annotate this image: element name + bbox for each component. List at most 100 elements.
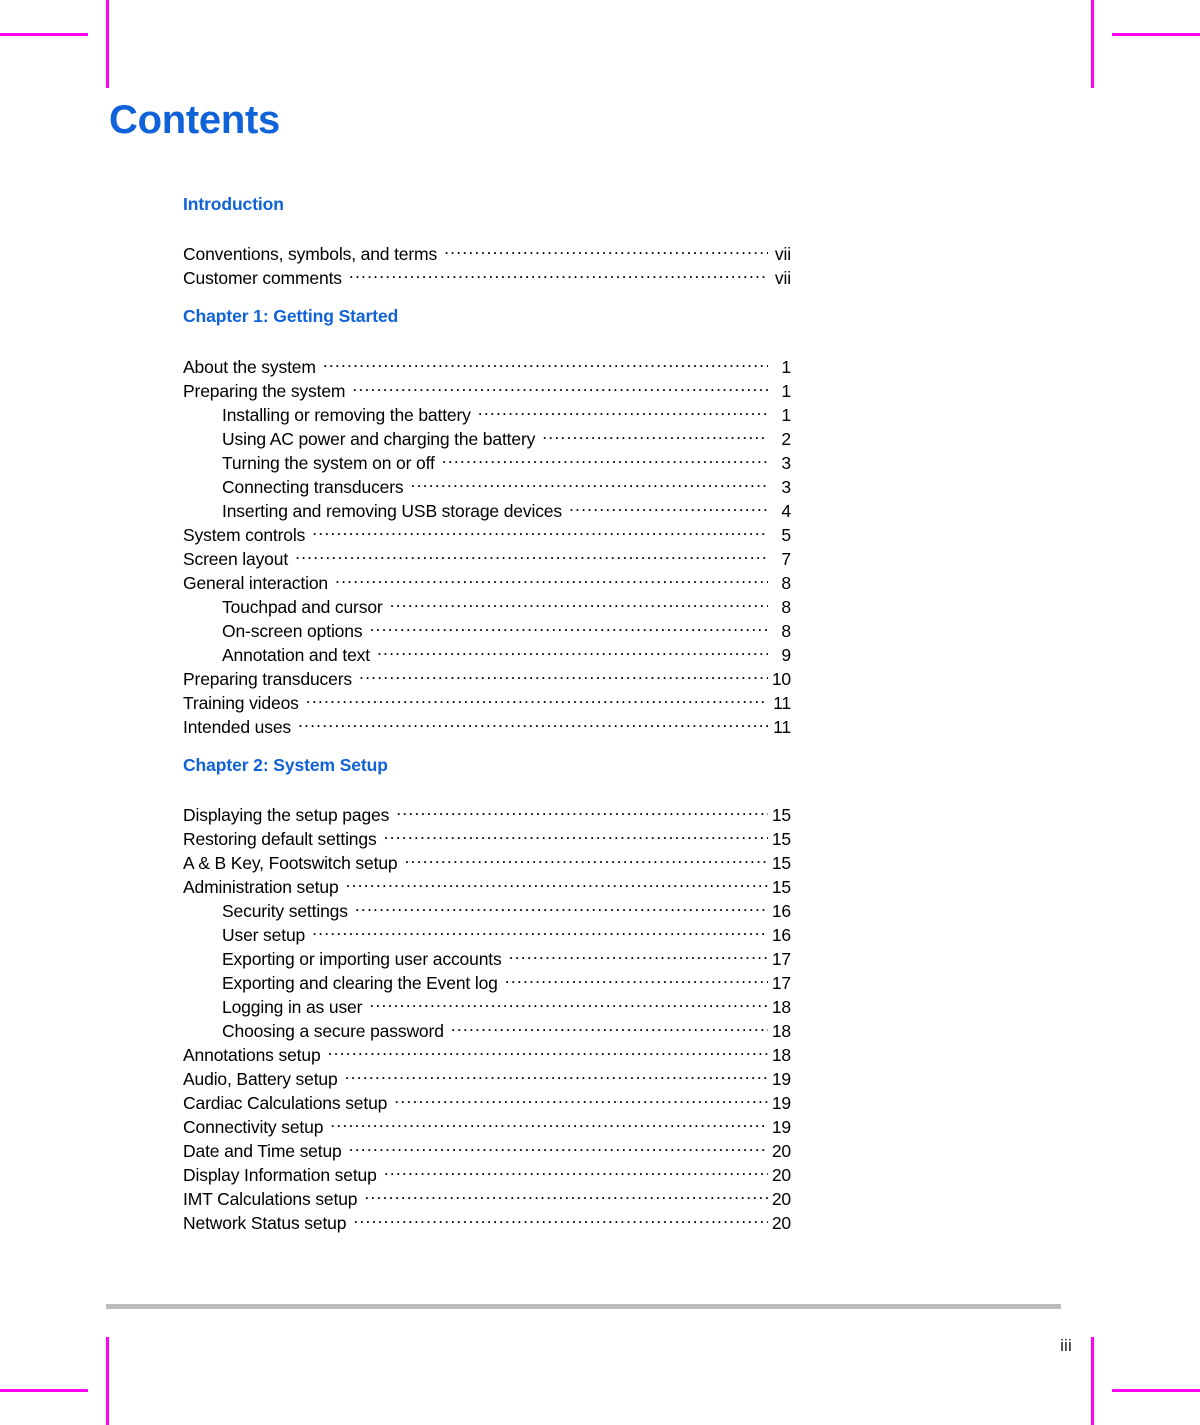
toc-entry-page-number: 18 xyxy=(771,1020,791,1041)
toc-section-heading[interactable]: Chapter 2: System Setup xyxy=(183,755,791,775)
toc-entry-page-number: 1 xyxy=(781,356,791,377)
toc-entry-title: Displaying the setup pages xyxy=(183,804,390,825)
toc-dot-leader xyxy=(442,445,768,469)
toc-entry[interactable]: Displaying the setup pages 15 xyxy=(183,797,791,825)
toc-entry-page-number: 19 xyxy=(771,1116,791,1137)
toc-entry-page-number: 20 xyxy=(771,1164,791,1185)
toc-entry-title: Customer comments xyxy=(183,268,342,289)
toc-dot-leader xyxy=(295,541,768,565)
toc-dot-leader xyxy=(353,1205,768,1229)
toc-entry-title: About the system xyxy=(183,356,316,377)
toc-dot-leader xyxy=(404,845,768,869)
toc-entry-page-number: 17 xyxy=(771,972,791,993)
toc-dot-leader xyxy=(330,1109,768,1133)
table-of-contents: Introduction Conventions, symbols, and te… xyxy=(183,194,791,1233)
toc-entry-page-number: 5 xyxy=(781,524,791,545)
toc-entry-page-number: 8 xyxy=(781,572,791,593)
toc-dot-leader xyxy=(306,685,768,709)
toc-dot-leader xyxy=(359,661,768,685)
toc-dot-leader xyxy=(509,941,768,965)
footer-rule xyxy=(106,1304,1061,1309)
toc-entry-page-number: 20 xyxy=(771,1212,791,1233)
toc-entry-page-number: 11 xyxy=(773,692,791,713)
toc-dot-leader xyxy=(394,1085,768,1109)
toc-entry-page-number: 17 xyxy=(771,948,791,969)
toc-entry-page-number: 4 xyxy=(781,500,791,521)
toc-entry-title: Network Status setup xyxy=(183,1212,347,1233)
toc-entry-title: Date and Time setup xyxy=(183,1140,342,1161)
toc-dot-leader xyxy=(298,709,768,733)
toc-entry-page-number: 10 xyxy=(771,668,791,689)
toc-dot-leader xyxy=(444,236,768,260)
toc-entry-page-number: 20 xyxy=(771,1188,791,1209)
toc-dot-leader xyxy=(384,821,768,845)
toc-dot-leader xyxy=(335,565,768,589)
toc-dot-leader xyxy=(377,637,768,661)
toc-entry[interactable]: Conventions, symbols, and termsvii xyxy=(183,236,791,264)
toc-section: Chapter 1: Getting Started About the syst… xyxy=(183,306,791,737)
toc-entry-title: Touchpad and cursor xyxy=(222,596,383,617)
toc-entry-title: Administration setup xyxy=(183,876,339,897)
toc-entry-title: Exporting or importing user accounts xyxy=(222,948,502,969)
toc-page: Contents Introduction Conventions, symbol… xyxy=(0,0,1200,1425)
toc-entry-page-number: 18 xyxy=(771,1044,791,1065)
toc-dot-leader xyxy=(569,493,768,517)
toc-entry-title: IMT Calculations setup xyxy=(183,1188,358,1209)
toc-dot-leader xyxy=(352,373,768,397)
toc-entry-title: Connectivity setup xyxy=(183,1116,324,1137)
toc-section: Introduction Conventions, symbols, and te… xyxy=(183,194,791,288)
toc-entry-page-number: 15 xyxy=(771,804,791,825)
toc-dot-leader xyxy=(355,893,768,917)
toc-dot-leader xyxy=(390,589,768,613)
toc-dot-leader xyxy=(369,989,768,1013)
toc-entry-page-number: 16 xyxy=(771,924,791,945)
toc-entry-page-number: 16 xyxy=(771,900,791,921)
toc-dot-leader xyxy=(542,421,768,445)
toc-entry-page-number: vii xyxy=(774,244,791,265)
toc-entry-page-number: 19 xyxy=(771,1092,791,1113)
toc-entry-title: Preparing the system xyxy=(183,380,346,401)
toc-dot-leader xyxy=(312,517,768,541)
toc-entry-title: Logging in as user xyxy=(222,996,363,1017)
toc-dot-leader xyxy=(478,397,768,421)
toc-entry-page-number: 9 xyxy=(781,644,791,665)
toc-entry-page-number: 11 xyxy=(773,716,791,737)
toc-entry-title: System controls xyxy=(183,524,306,545)
toc-entry-page-number: 3 xyxy=(781,476,791,497)
toc-dot-leader xyxy=(451,1013,768,1037)
toc-entry-title: General interaction xyxy=(183,572,329,593)
toc-section-heading[interactable]: Chapter 1: Getting Started xyxy=(183,306,791,326)
toc-entry-title: Intended uses xyxy=(183,716,291,737)
toc-entry-title: On-screen options xyxy=(222,620,363,641)
toc-entry-list: Displaying the setup pages 15 Restoring de… xyxy=(183,797,791,1233)
page-number: iii xyxy=(1060,1336,1072,1355)
toc-dot-leader xyxy=(312,917,768,941)
toc-section-heading[interactable]: Introduction xyxy=(183,194,791,214)
toc-dot-leader xyxy=(349,1133,768,1157)
toc-entry-list: About the system 1 Preparing the system 1 In… xyxy=(183,349,791,737)
toc-entry-page-number: 1 xyxy=(781,404,791,425)
toc-entry-title: Restoring default settings xyxy=(183,828,377,849)
toc-section: Chapter 2: System Setup Displaying the se… xyxy=(183,755,791,1233)
toc-dot-leader xyxy=(328,1037,768,1061)
toc-entry-page-number: 20 xyxy=(771,1140,791,1161)
toc-entry-page-number: 19 xyxy=(771,1068,791,1089)
toc-dot-leader xyxy=(411,469,768,493)
toc-entry-list: Conventions, symbols, and termsvii Custom… xyxy=(183,236,791,288)
toc-dot-leader xyxy=(505,965,768,989)
toc-entry-page-number: 18 xyxy=(771,996,791,1017)
toc-entry[interactable]: About the system 1 xyxy=(183,349,791,377)
toc-entry-title: Installing or removing the battery xyxy=(222,404,471,425)
toc-dot-leader xyxy=(346,869,768,893)
toc-dot-leader xyxy=(323,349,768,373)
toc-entry-title: User setup xyxy=(222,924,306,945)
toc-entry-page-number: vii xyxy=(774,268,791,289)
toc-dot-leader xyxy=(349,260,768,284)
toc-entry-page-number: 2 xyxy=(781,428,791,449)
toc-entry-page-number: 1 xyxy=(781,380,791,401)
toc-entry-page-number: 15 xyxy=(771,828,791,849)
toc-entry-title: Audio, Battery setup xyxy=(183,1068,338,1089)
toc-entry-title: Annotation and text xyxy=(222,644,370,665)
toc-dot-leader xyxy=(369,613,768,637)
toc-entry-title: Annotations setup xyxy=(183,1044,321,1065)
